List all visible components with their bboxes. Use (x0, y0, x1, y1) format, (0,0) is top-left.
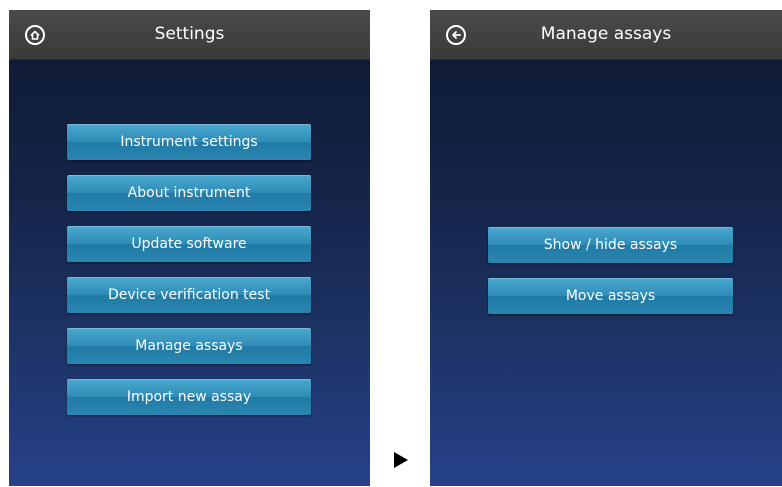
import-new-assay-button[interactable]: Import new assay (67, 379, 311, 415)
title-bar: Settings (9, 10, 370, 60)
update-software-button[interactable]: Update software (67, 226, 311, 262)
show-hide-assays-button[interactable]: Show / hide assays (488, 227, 733, 263)
manage-assays-button[interactable]: Manage assays (67, 328, 311, 364)
settings-screen: Settings Instrument settings About instr… (9, 10, 370, 486)
manage-assays-screen: Manage assays Show / hide assays Move as… (430, 10, 782, 486)
title-bar: Manage assays (430, 10, 782, 60)
about-instrument-button[interactable]: About instrument (67, 175, 311, 211)
page-title: Manage assays (540, 24, 672, 44)
page-title: Settings (154, 24, 225, 44)
home-icon[interactable] (25, 25, 45, 45)
instrument-settings-button[interactable]: Instrument settings (67, 124, 311, 160)
move-assays-button[interactable]: Move assays (488, 278, 733, 314)
back-arrow-icon[interactable] (446, 25, 466, 45)
right-arrow-icon (394, 452, 408, 468)
device-verification-test-button[interactable]: Device verification test (67, 277, 311, 313)
